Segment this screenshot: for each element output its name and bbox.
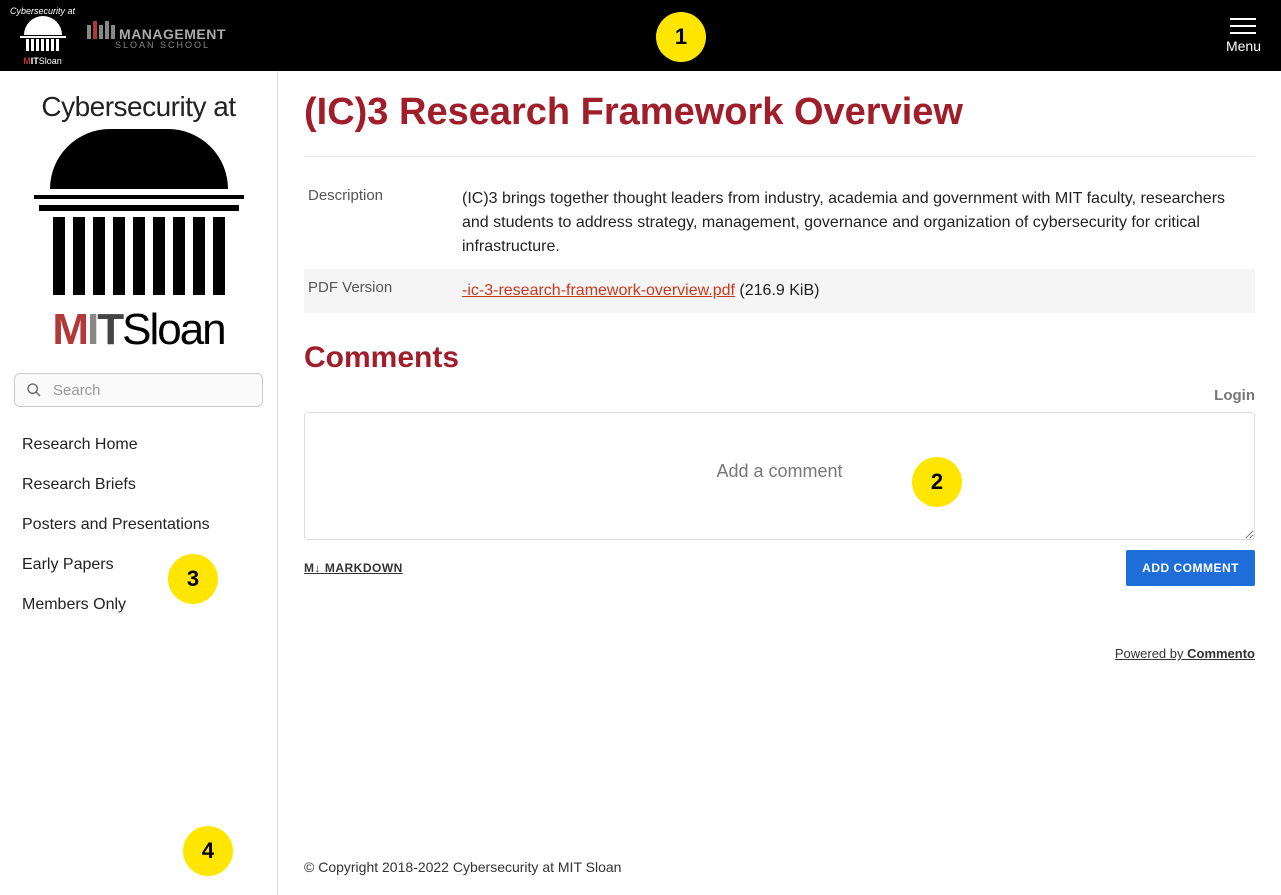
powered-by: Powered by Commento <box>304 646 1255 661</box>
commento-link[interactable]: Powered by Commento <box>1115 646 1255 661</box>
copyright-footer: © Copyright 2018-2022 Cybersecurity at M… <box>304 739 1255 875</box>
main-content: (IC)3 Research Framework Overview Descri… <box>278 71 1281 895</box>
search-icon <box>26 382 42 398</box>
top-header: Cybersecurity at MITSloan MANAGEMENT SLO… <box>0 0 1281 71</box>
pdf-download-link[interactable]: -ic-3-research-framework-overview.pdf <box>462 282 735 299</box>
sidebar-logo-caption: Cybersecurity at <box>14 91 263 123</box>
hamburger-icon <box>1230 18 1256 34</box>
dome-icon <box>15 16 71 56</box>
big-mit-sloan-text: MITSloan <box>14 305 263 355</box>
mit-bars-icon <box>87 21 115 39</box>
nav-early-papers[interactable]: Early Papers <box>14 545 263 585</box>
meta-value-pdf: -ic-3-research-framework-overview.pdf (2… <box>462 269 1255 313</box>
sidebar-logo[interactable]: Cybersecurity at MITSloan <box>14 91 263 355</box>
metadata-table: Description (IC)3 brings together though… <box>304 177 1255 313</box>
sloan-school-text: SLOAN SCHOOL <box>115 40 226 50</box>
comment-textarea[interactable] <box>304 412 1255 540</box>
markdown-help-link[interactable]: M↓ MARKDOWN <box>304 561 403 575</box>
meta-row-pdf: PDF Version -ic-3-research-framework-ove… <box>304 269 1255 313</box>
header-logos: Cybersecurity at MITSloan MANAGEMENT SLO… <box>10 6 226 66</box>
small-mit-sloan-text: MITSloan <box>23 56 62 66</box>
pdf-file-size: (216.9 KiB) <box>735 282 819 299</box>
markdown-label: MARKDOWN <box>321 561 403 575</box>
meta-row-description: Description (IC)3 brings together though… <box>304 177 1255 269</box>
page-title: (IC)3 Research Framework Overview <box>304 91 1255 134</box>
title-divider <box>304 156 1255 157</box>
mit-management-logo[interactable]: MANAGEMENT SLOAN SCHOOL <box>87 21 226 50</box>
search-wrap <box>14 373 263 407</box>
markdown-icon: M↓ <box>304 561 321 575</box>
nav-research-briefs[interactable]: Research Briefs <box>14 465 263 505</box>
comments-heading: Comments <box>304 341 1255 375</box>
login-link[interactable]: Login <box>1214 387 1255 404</box>
add-comment-button[interactable]: ADD COMMENT <box>1126 550 1255 586</box>
nav-members-only[interactable]: Members Only <box>14 585 263 625</box>
nav-posters-presentations[interactable]: Posters and Presentations <box>14 505 263 545</box>
menu-label: Menu <box>1226 38 1261 54</box>
comment-actions: M↓ MARKDOWN ADD COMMENT <box>304 550 1255 586</box>
meta-value-description: (IC)3 brings together thought leaders fr… <box>462 177 1255 269</box>
meta-label-pdf: PDF Version <box>304 269 462 313</box>
nav-research-home[interactable]: Research Home <box>14 425 263 465</box>
small-logo-caption: Cybersecurity at <box>10 6 75 16</box>
sidebar: Cybersecurity at MITSloan Research Home … <box>0 71 278 895</box>
small-cams-logo[interactable]: Cybersecurity at MITSloan <box>10 6 75 66</box>
meta-label-description: Description <box>304 177 462 269</box>
sidebar-nav: Research Home Research Briefs Posters an… <box>14 425 263 625</box>
search-input[interactable] <box>14 373 263 407</box>
big-dome-icon <box>14 129 263 295</box>
comments-toolbar: Login <box>304 387 1255 404</box>
menu-toggle[interactable]: Menu <box>1226 18 1261 54</box>
